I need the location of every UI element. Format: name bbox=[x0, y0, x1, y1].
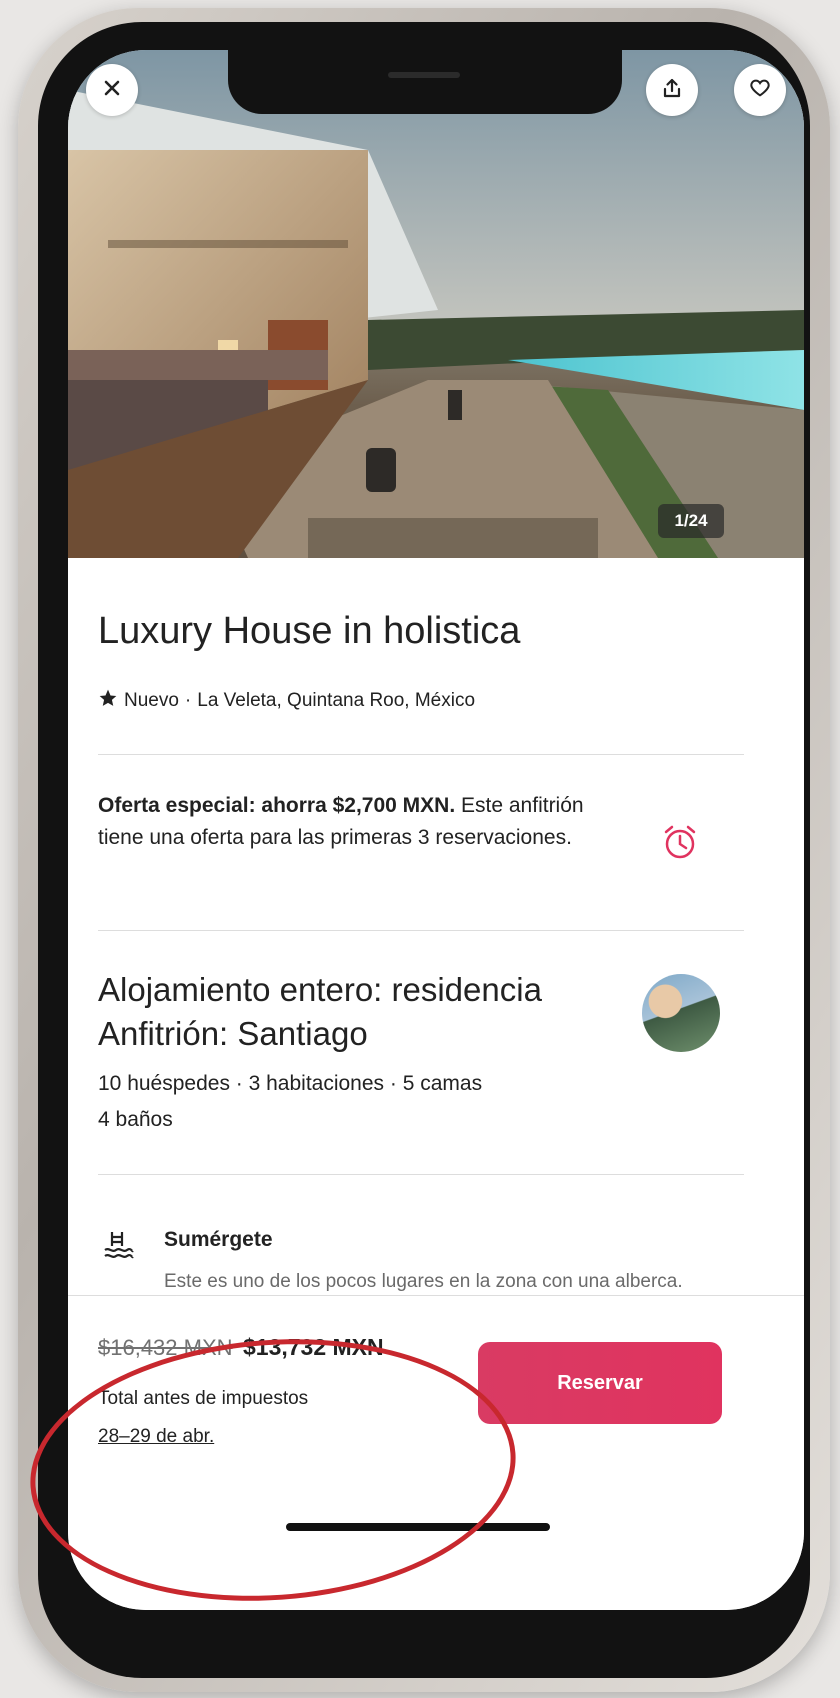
hero-illustration bbox=[68, 50, 804, 558]
divider bbox=[98, 754, 744, 755]
heart-icon bbox=[749, 77, 771, 104]
alarm-clock-icon bbox=[660, 822, 700, 867]
app-screen: 1/24 Luxury House in holistica Nuevo · L… bbox=[68, 50, 804, 1610]
close-icon bbox=[102, 78, 122, 103]
offer-highlight: Oferta especial: ahorra $2,700 MXN. bbox=[98, 794, 456, 817]
host-details: 10 huéspedes · 3 habitaciones · 5 camas … bbox=[98, 1066, 482, 1138]
feature-title: Sumérgete bbox=[164, 1228, 273, 1251]
reserve-button[interactable]: Reservar bbox=[478, 1342, 722, 1424]
special-offer: Oferta especial: ahorra $2,700 MXN. Este… bbox=[98, 790, 618, 854]
listing-title: Luxury House in holistica bbox=[98, 610, 521, 652]
listing-photo[interactable]: 1/24 bbox=[68, 50, 804, 558]
capacity-line: 10 huéspedes · 3 habitaciones · 5 camas bbox=[98, 1072, 483, 1095]
share-button[interactable] bbox=[646, 64, 698, 116]
discounted-price: $13,732 MXN bbox=[242, 1334, 384, 1360]
speaker-grille bbox=[388, 72, 460, 78]
listing-location[interactable]: La Veleta, Quintana Roo, México bbox=[197, 690, 475, 712]
price-row: $16,432 MXN $13,732 MXN bbox=[98, 1334, 384, 1361]
feature-description: Este es uno de los pocos lugares en la z… bbox=[164, 1271, 683, 1292]
pool-icon bbox=[102, 1228, 136, 1267]
divider bbox=[98, 930, 744, 931]
home-indicator bbox=[286, 1523, 550, 1531]
star-icon bbox=[98, 688, 118, 714]
close-button[interactable] bbox=[86, 64, 138, 116]
phone-notch bbox=[228, 50, 622, 114]
meta-separator: · bbox=[184, 690, 192, 711]
listing-meta: Nuevo · La Veleta, Quintana Roo, México bbox=[98, 688, 475, 714]
dates-link[interactable]: 28–29 de abr. bbox=[98, 1426, 214, 1448]
booking-footer: $16,432 MXN $13,732 MXN Total antes de i… bbox=[68, 1295, 804, 1610]
avatar[interactable] bbox=[642, 974, 720, 1052]
share-icon bbox=[661, 77, 683, 104]
original-price: $16,432 MXN bbox=[98, 1335, 233, 1360]
listing-status: Nuevo bbox=[124, 690, 179, 711]
host-title: Alojamiento entero: residencia Anfitrión… bbox=[98, 971, 542, 1052]
divider bbox=[98, 1174, 744, 1175]
bathrooms-line: 4 baños bbox=[98, 1108, 173, 1131]
favorite-button[interactable] bbox=[734, 64, 786, 116]
photo-counter: 1/24 bbox=[658, 504, 724, 538]
total-label: Total antes de impuestos bbox=[98, 1388, 309, 1409]
